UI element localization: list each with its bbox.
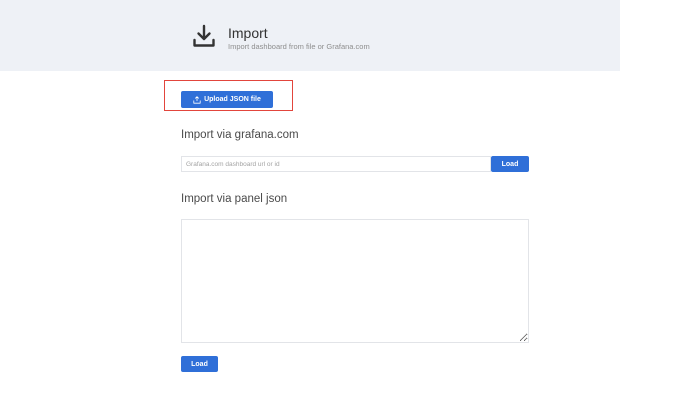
page-subtitle: Import dashboard from file or Grafana.co… [228,42,370,51]
load-panel-json-button[interactable]: Load [181,356,218,372]
grafana-com-section-title: Import via grafana.com [181,129,299,141]
upload-json-button[interactable]: Upload JSON file [181,91,273,108]
page-title: Import [228,25,268,41]
page-header: Import Import dashboard from file or Gra… [0,0,620,71]
load-grafana-com-button[interactable]: Load [491,156,529,172]
import-download-icon [193,24,215,47]
upload-icon [193,95,201,104]
grafana-com-url-input[interactable] [181,156,491,172]
upload-json-label: Upload JSON file [204,96,261,103]
panel-json-textarea[interactable] [181,219,529,343]
panel-json-section-title: Import via panel json [181,193,288,205]
